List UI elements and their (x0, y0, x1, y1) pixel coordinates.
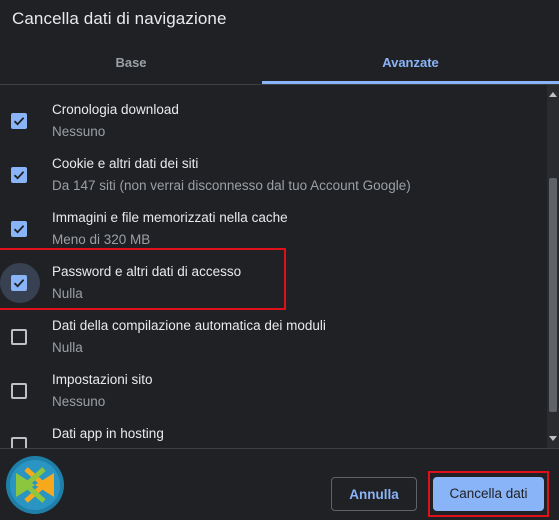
option-subtext: Nulla (52, 340, 83, 355)
checkbox-cache[interactable] (11, 221, 27, 237)
cancel-button[interactable]: Annulla (331, 477, 417, 511)
option-label: Cronologia download (52, 102, 179, 117)
tab-bar: Base Avanzate (0, 44, 559, 84)
option-subtext: Nessuno (52, 124, 106, 139)
checkbox-cronologia-download[interactable] (11, 113, 27, 129)
option-hosted-app-data[interactable]: Dati app in hosting (0, 415, 547, 448)
option-cookie[interactable]: Cookie e altri dati dei siti Da 147 siti… (0, 145, 547, 199)
clear-data-button[interactable]: Cancella dati (433, 477, 544, 511)
check-icon (13, 225, 25, 234)
check-icon (13, 171, 25, 180)
footer-divider (0, 448, 559, 449)
option-site-settings[interactable]: Impostazioni sito Nessuno (0, 361, 547, 415)
scroll-down-icon[interactable] (549, 436, 557, 441)
check-icon (13, 117, 25, 126)
option-cache[interactable]: Immagini e file memorizzati nella cache … (0, 199, 547, 253)
option-subtext: Nessuno (52, 394, 106, 409)
option-label: Immagini e file memorizzati nella cache (52, 210, 288, 225)
option-label: Dati della compilazione automatica dei m… (52, 318, 326, 333)
option-autofill[interactable]: Dati della compilazione automatica dei m… (0, 307, 547, 361)
dialog-title: Cancella dati di navigazione (12, 9, 227, 28)
checkbox-site-settings[interactable] (11, 383, 27, 399)
annotation-highlight-box (0, 248, 286, 310)
tab-avanzate[interactable]: Avanzate (262, 44, 559, 84)
option-label: Impostazioni sito (52, 372, 153, 387)
option-subtext: Da 147 siti (non verrai disconnesso dal … (52, 178, 411, 193)
option-subtext: Meno di 320 MB (52, 232, 151, 247)
app-logo-icon (6, 456, 64, 514)
option-label: Cookie e altri dati dei siti (52, 156, 199, 171)
checkbox-autofill[interactable] (11, 329, 27, 345)
scrollbar-thumb[interactable] (549, 178, 557, 412)
option-label: Dati app in hosting (52, 426, 164, 441)
checkbox-hosted-app-data[interactable] (11, 437, 27, 448)
checkbox-cookie[interactable] (11, 167, 27, 183)
tab-base[interactable]: Base (0, 44, 262, 84)
option-cronologia-download[interactable]: Cronologia download Nessuno (0, 91, 547, 145)
scroll-up-icon[interactable] (549, 92, 557, 97)
